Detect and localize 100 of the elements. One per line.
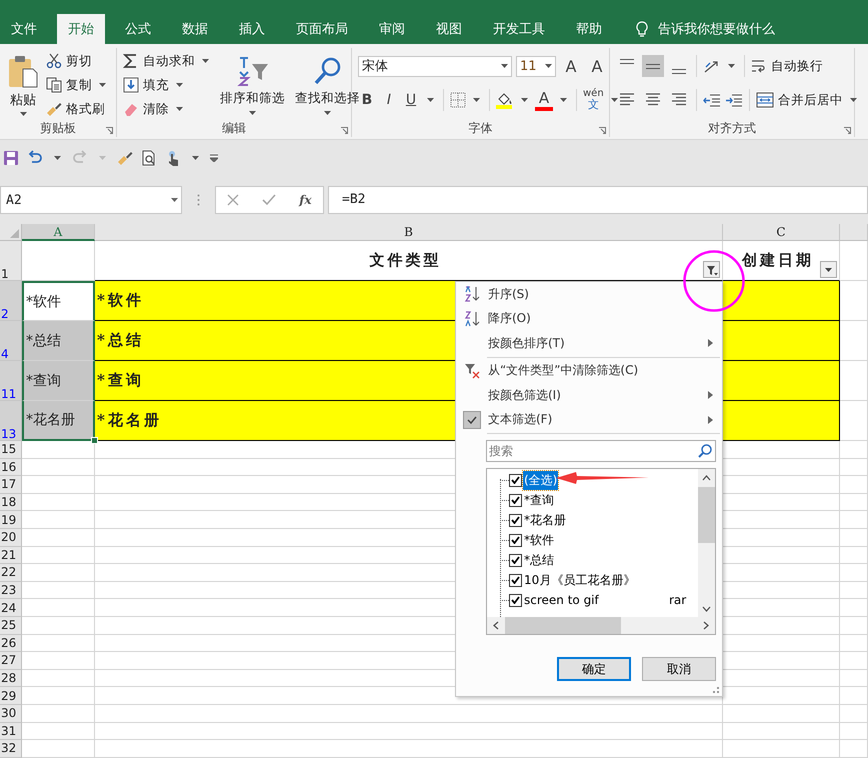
list-item[interactable]: *软件 [523, 530, 555, 550]
cancel-button[interactable]: 取消 [642, 657, 716, 681]
row-header[interactable]: 20 [0, 528, 22, 547]
ribbon-tab[interactable]: 文件 [0, 14, 48, 44]
insert-function-button[interactable]: fx [299, 193, 312, 207]
list-item[interactable]: *总结 [523, 550, 555, 570]
ribbon-tab[interactable]: 帮助 [565, 14, 613, 44]
font-name-field[interactable]: 宋体 [358, 56, 512, 76]
wrap-text-button[interactable]: 自动换行 [751, 55, 823, 77]
row-header[interactable]: 28 [0, 670, 22, 688]
decrease-indent-icon[interactable] [703, 92, 721, 108]
row-header[interactable]: 32 [0, 740, 22, 758]
borders-icon[interactable] [450, 92, 466, 108]
menu-item[interactable]: 文本筛选(F) [456, 408, 722, 432]
dialog-launcher-icon[interactable] [341, 127, 348, 134]
clear-button[interactable]: 清除 [123, 98, 212, 120]
print-preview-icon[interactable] [141, 150, 157, 166]
list-item[interactable]: 10月《员工花名册》 [523, 570, 636, 590]
customize-toolbar-icon[interactable] [210, 154, 218, 162]
scroll-thumb[interactable] [698, 487, 715, 543]
autosum-button[interactable]: 自动求和 [123, 50, 212, 72]
ribbon-tab[interactable]: 开始 [57, 14, 105, 44]
row-header[interactable]: 21 [0, 546, 22, 564]
row-header[interactable]: 29 [0, 687, 22, 705]
italic-button[interactable]: I [380, 89, 398, 111]
undo-icon[interactable] [27, 150, 43, 166]
ribbon-tab[interactable]: 视图 [425, 14, 473, 44]
ok-button[interactable]: 确定 [557, 657, 631, 681]
vertical-scrollbar[interactable] [698, 469, 715, 618]
dialog-launcher-icon[interactable] [599, 127, 606, 134]
filter-dropdown-button[interactable] [820, 261, 837, 278]
paste-button[interactable]: 粘贴 [6, 50, 40, 116]
ribbon-tab[interactable]: 插入 [228, 14, 276, 44]
ribbon-tab[interactable]: 开发工具 [482, 14, 556, 44]
cut-button[interactable]: 剪切 [46, 50, 109, 72]
row-header[interactable]: 27 [0, 652, 22, 670]
format-painter-button[interactable]: 格式刷 [46, 98, 109, 120]
row-header[interactable]: 30 [0, 704, 22, 722]
row-header[interactable]: 24 [0, 599, 22, 617]
menu-item[interactable]: 降序(O) [456, 306, 722, 331]
filter-applied-button[interactable] [703, 261, 720, 278]
decrease-font-size-button[interactable]: A [586, 55, 608, 77]
save-icon[interactable] [3, 150, 19, 166]
paintbrush-icon[interactable] [117, 150, 133, 166]
increase-indent-icon[interactable] [725, 92, 743, 108]
align-middle-button[interactable] [642, 55, 664, 77]
dialog-launcher-icon[interactable] [106, 127, 113, 134]
row-header[interactable]: 22 [0, 564, 22, 582]
row-header[interactable]: 23 [0, 582, 22, 600]
row-header[interactable]: 19 [0, 511, 22, 529]
merge-center-button[interactable]: 合并后居中 [756, 89, 860, 111]
row-header[interactable]: 13 [0, 401, 22, 441]
fill-button[interactable]: 填充 [123, 74, 212, 96]
row-header[interactable]: 25 [0, 616, 22, 635]
list-item[interactable]: *花名册 [523, 510, 567, 530]
formula-field[interactable]: =B2 [328, 186, 868, 214]
row-header[interactable]: 4 [0, 321, 22, 361]
column-header[interactable]: C [723, 224, 840, 241]
ribbon-tab[interactable]: 页面布局 [285, 14, 359, 44]
ribbon-tab[interactable]: 公式 [114, 14, 162, 44]
scroll-thumb[interactable] [505, 617, 621, 634]
row-header[interactable]: 2 [0, 281, 22, 321]
row-header[interactable]: 17 [0, 476, 22, 494]
checkbox[interactable] [509, 494, 522, 506]
underline-button[interactable]: U [402, 89, 420, 111]
list-item[interactable]: (全选) [523, 470, 558, 490]
row-header[interactable]: 15 [0, 441, 22, 459]
ribbon-tab[interactable]: 审阅 [368, 14, 416, 44]
font-size-field[interactable]: 11 [516, 56, 556, 76]
dialog-launcher-icon[interactable] [844, 127, 851, 134]
column-header[interactable]: A [22, 224, 95, 241]
row-header[interactable]: 1 [0, 241, 22, 281]
checkbox[interactable] [509, 534, 522, 546]
copy-button[interactable]: 复制 [46, 74, 109, 96]
font-color-button[interactable]: A [535, 89, 553, 111]
search-field[interactable]: 搜索 [486, 440, 716, 462]
row-header[interactable]: 31 [0, 722, 22, 740]
phonetic-guide-button[interactable]: wén 文 [583, 89, 604, 111]
increase-font-size-button[interactable]: A [560, 55, 582, 77]
checkbox[interactable] [509, 574, 522, 586]
horizontal-scrollbar[interactable] [487, 617, 715, 634]
name-box[interactable]: A2 [0, 186, 182, 214]
checkbox[interactable] [509, 514, 522, 526]
list-item[interactable]: screen to gif [523, 592, 600, 608]
row-header[interactable]: 18 [0, 494, 22, 512]
menu-item[interactable]: 按颜色排序(T) [456, 331, 722, 356]
menu-item[interactable]: 升序(S) [456, 282, 722, 306]
checkbox[interactable] [509, 474, 522, 486]
menu-item[interactable]: 从“文件类型”中清除筛选(C) [456, 358, 722, 383]
tell-me-search[interactable]: 告诉我你想要做什么 [636, 14, 775, 44]
list-item[interactable]: *查询 [523, 490, 555, 510]
checkbox[interactable] [509, 554, 522, 566]
menu-item[interactable]: 按颜色筛选(I) [456, 383, 722, 408]
sort-filter-button[interactable]: 排序和筛选 [218, 50, 287, 115]
fill-color-icon[interactable] [496, 91, 514, 109]
row-header[interactable]: 16 [0, 458, 22, 476]
ribbon-tab[interactable]: 数据 [171, 14, 219, 44]
row-header[interactable]: 26 [0, 634, 22, 652]
checkbox[interactable] [509, 594, 522, 606]
fill-handle[interactable] [91, 437, 98, 444]
